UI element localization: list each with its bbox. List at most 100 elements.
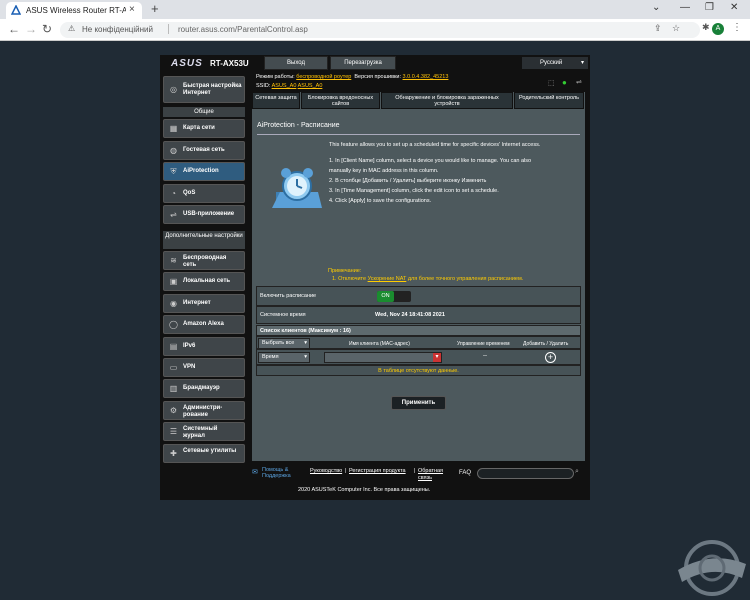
sidebar-item-label: USB-приложение [183,211,235,217]
chevron-down-icon: ▾ [304,340,307,346]
product-registration-link[interactable]: Регистрация продукта [349,468,406,474]
language-select[interactable]: Русский ▾ [522,57,588,69]
tab-2[interactable]: Обнаружение и блокировка зараженных устр… [381,92,513,109]
reboot-button[interactable]: Перезагрузка [330,56,396,70]
share-icon[interactable]: ⇪ [654,23,662,34]
footer: ✉ Помощь & Поддержка Руководство | Регис… [252,465,585,483]
language-label: Русский [540,60,563,66]
globe-icon: ◉ [170,298,177,308]
sidebar-item-label: Беспроводная сеть [183,255,227,268]
copyright: 2020 ASUSTeK Computer Inc. Все права защ… [298,487,431,493]
sidebar-item-globe[interactable]: ◉ Интернет [163,293,245,313]
manual-link[interactable]: Руководство [310,468,342,474]
forward-icon[interactable]: → [25,22,37,36]
omnibox[interactable]: ⚠ Не конфіденційний router.asus.com/Pare… [60,22,700,38]
admin-icon: ⚙ [169,405,178,415]
asus-favicon-icon [11,5,21,15]
select-all-dropdown[interactable]: Выбрать все ▾ [258,338,310,349]
firmware-value[interactable]: 3.0.0.4.382_45213 [403,74,449,80]
asus-logo: ASUS [171,58,203,69]
ipv6-icon: ▤ [169,341,178,351]
new-tab-icon[interactable]: + [151,1,159,16]
ssid-label: SSID: [256,83,271,89]
chevron-down-icon[interactable]: ⌄ [652,2,660,13]
column-time-management: Управление временем [457,341,510,347]
menu-icon[interactable]: ⋮ [732,22,742,33]
logout-button[interactable]: Выход [264,56,328,70]
new-client-row: Время ▾ ▾ -- + [256,349,581,365]
client-list-columns: Выбрать все ▾ Имя клиента (MAC-адрес) Упр… [256,336,581,349]
status-line-2: SSID: ASUS_A0 ASUS_A0 [256,83,322,89]
usb-status-icon[interactable]: ⇌ [576,78,582,86]
sidebar-item-alexa[interactable]: ◯ Amazon Alexa [163,315,245,335]
apply-button[interactable]: Применить [391,396,446,410]
log-icon: ☰ [169,427,178,437]
client-dropdown-arrow-icon[interactable]: ▾ [433,353,441,362]
sidebar-item-label: VPN [183,364,196,370]
sidebar-item-shield[interactable]: ⛨ AiProtection [163,162,245,181]
faq-search-input[interactable] [477,468,574,479]
faq-label: FAQ [459,470,472,476]
url-text[interactable]: router.asus.com/ParentalControl.asp [178,25,308,34]
alarm-clock-icon [272,168,322,208]
lan-icon: ▣ [169,277,178,287]
sidebar-item-qos-gauge[interactable]: ◔ QoS [163,183,245,203]
sidebar-item-tools[interactable]: ✚ Сетевые утилиты [163,443,245,463]
tab-3[interactable]: Родительский контроль [514,92,584,109]
sidebar-item-label: Интернет [183,299,211,306]
feedback-link[interactable]: Обратная связь [418,468,450,482]
quick-setup-button[interactable]: ◎ Быстрая настройка Интернет [163,76,245,103]
sidebar-item-label: QoS [183,189,196,196]
tab-0[interactable]: Сетевая защита [252,92,300,109]
client-status-icon[interactable]: ⬚ [548,79,555,87]
nat-acceleration-link[interactable]: Ускорение NAT [368,276,407,282]
client-name-input[interactable]: ▾ [324,352,442,363]
vpn-icon: ▭ [169,363,178,372]
enable-schedule-toggle[interactable]: ON [377,291,411,302]
sidebar-item-network-map[interactable]: ▦ Карта сети [163,119,245,138]
extensions-icon[interactable]: ✱ [702,22,710,33]
sidebar-item-firewall[interactable]: ▥ Брандмауэр [163,379,245,399]
sidebar-item-guest-network[interactable]: ◍ Гостевая сеть [163,140,245,160]
column-add-delete: Добавить / Удалить [523,341,569,347]
sidebar-item-wireless[interactable]: ≋ Беспроводная сеть [163,251,245,270]
maximize-icon[interactable]: ❐ [705,2,714,13]
alexa-icon: ◯ [169,320,178,330]
wireless-icon: ≋ [170,256,177,265]
ssid-2g: ASUS_A0 [271,83,297,89]
sidebar-item-vpn[interactable]: ▭ VPN [163,358,245,377]
network-status-icon[interactable]: ● [562,78,567,87]
sidebar-item-label: Брандмауэр [183,385,220,392]
sidebar-item-admin[interactable]: ⚙ Администри-рование [163,400,245,420]
search-icon[interactable]: ⌕ [575,468,585,479]
sidebar-item-lan[interactable]: ▣ Локальная сеть [163,272,245,292]
network-map-icon: ▦ [169,124,178,133]
sidebar-item-usb[interactable]: ⇌ USB-приложение [163,205,245,224]
reload-icon[interactable]: ↻ [42,22,52,36]
sidebar-item-label: Администри-рование [183,404,223,418]
sidebar-item-ipv6[interactable]: ▤ IPv6 [163,336,245,356]
tab-1[interactable]: Блокировка вредоносных сайтов [301,92,380,109]
minimize-icon[interactable]: — [680,2,690,13]
sidebar-item-log[interactable]: ☰ Системный журнал [163,422,245,442]
close-tab-icon[interactable]: × [129,4,135,15]
note-suffix: для более точного управления расписанием… [407,276,524,282]
avatar[interactable]: A [712,23,724,35]
intro-line: 4. Click [Apply] to save the configurati… [329,198,432,204]
time-dropdown[interactable]: Время ▾ [258,352,310,363]
tools-icon: ✚ [170,448,177,458]
system-time-value: Wed, Nov 24 18:41:08 2021 [375,312,445,318]
sidebar-item-label: Гостевая сеть [183,146,225,153]
advanced-header: Дополнительные настройки [163,231,245,249]
model-name: RT-AX53U [210,59,249,68]
close-window-icon[interactable]: ✕ [730,2,738,13]
sidebar-item-label: Сетевые утилиты [183,447,237,454]
mode-value[interactable]: беспроводной роутер [296,74,351,80]
browser-tab[interactable]: ASUS Wireless Router RT-AX53U × [6,2,142,19]
back-icon[interactable]: ← [8,22,20,36]
empty-table-message: В таблице отсутствуют данные. [256,365,581,376]
add-client-icon[interactable]: + [545,352,556,363]
intro-line: This feature allows you to set up a sche… [329,142,541,148]
star-icon[interactable]: ☆ [672,23,680,34]
help-support-link[interactable]: Помощь & Поддержка [262,467,306,479]
